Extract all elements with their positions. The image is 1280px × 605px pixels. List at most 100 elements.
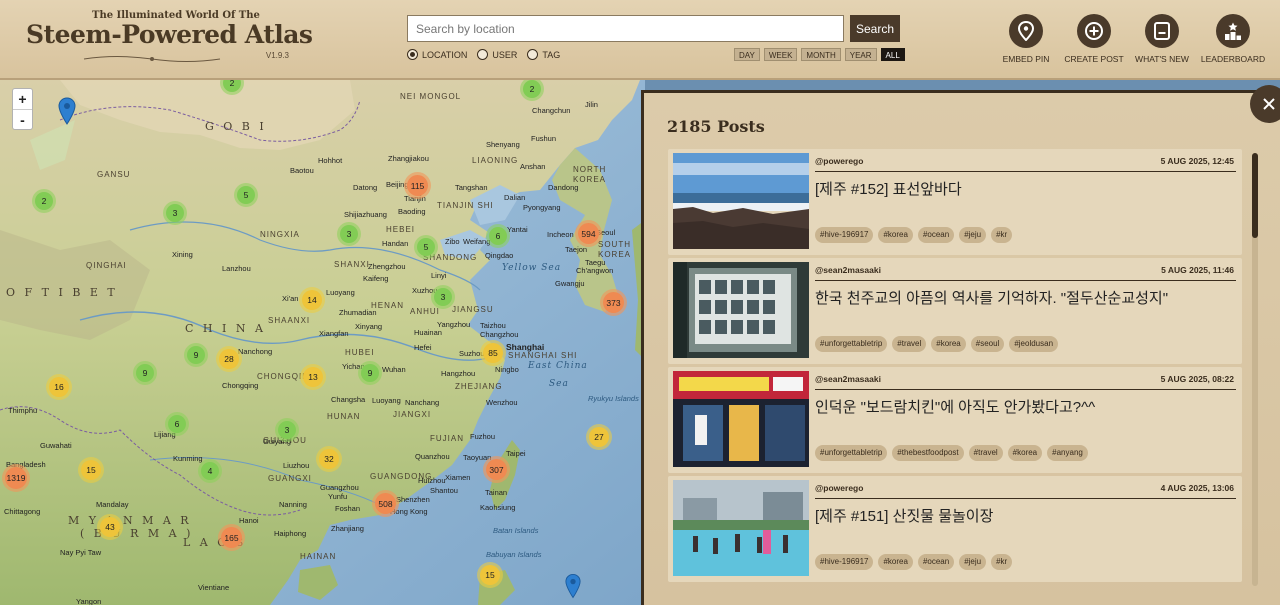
post-card[interactable]: @sean2masaaki 5 AUG 2025, 08:22 인덕운 "보드람… [668,367,1242,473]
post-cluster[interactable]: 9 [133,361,157,385]
search-button[interactable]: Search [850,15,900,42]
tag-chip[interactable]: #korea [931,336,966,352]
tag-chip[interactable]: #jeju [959,227,987,243]
post-cluster[interactable]: 1319 [2,464,30,492]
tag-chip[interactable]: #hive-196917 [815,227,874,243]
post-title[interactable]: 인덕운 "보드람치킨"에 아직도 안가봤다고?^^ [815,396,1095,417]
tag-chip[interactable]: #ocean [917,227,955,243]
post-cluster[interactable]: 3 [431,285,455,309]
create-post-button[interactable]: CREATE POST [1064,14,1124,64]
tag-chip[interactable]: #travel [968,445,1003,461]
post-card[interactable]: @powerego 4 AUG 2025, 13:06 [제주 #151] 산짓… [668,476,1242,582]
tag-chip[interactable]: #korea [878,554,913,570]
document-icon[interactable] [1145,14,1179,48]
post-cluster[interactable]: 3 [337,222,361,246]
tag-chip[interactable]: #anyang [1047,445,1088,461]
tag-chip[interactable]: #thebestfoodpost [892,445,964,461]
filter-year-button[interactable]: YEAR [844,48,877,61]
tag-chip[interactable]: #korea [1007,445,1043,461]
post-author[interactable]: @powerego [815,156,863,166]
post-card[interactable]: @powerego 5 AUG 2025, 12:45 [제주 #152] 표선… [668,149,1242,255]
close-icon[interactable] [1262,97,1276,111]
filter-all-button[interactable]: ALL [880,48,905,61]
post-cluster[interactable]: 6 [165,412,189,436]
post-cluster[interactable]: 43 [97,514,123,540]
post-cluster[interactable]: 373 [600,289,627,316]
post-cluster[interactable]: 85 [480,340,506,366]
map-label: Vientiane [198,583,230,592]
post-cluster[interactable]: 28 [216,346,242,372]
radio-checked-icon[interactable] [407,49,418,60]
post-cluster[interactable]: 307 [483,456,510,483]
tag-chip[interactable]: #kr [991,554,1013,570]
post-title[interactable]: 한국 천주교의 아픔의 역사를 기억하자. "절두산순교성지" [815,287,1168,308]
search-input[interactable] [407,15,844,42]
post-cluster[interactable]: 27 [586,424,612,450]
radio-location[interactable]: LOCATION [407,49,467,60]
post-cluster[interactable]: 115 [404,172,431,199]
post-author[interactable]: @sean2masaaki [815,374,881,384]
post-card[interactable]: @sean2masaaki 5 AUG 2025, 11:46 한국 천주교의 … [668,258,1242,364]
post-thumbnail[interactable] [673,262,809,358]
radio-unchecked-icon[interactable] [527,49,539,60]
map-label: HAINAN [300,552,337,561]
zoom-in-button[interactable]: + [13,89,32,109]
tag-chip[interactable]: #korea [878,227,913,243]
map-pin-icon[interactable] [1009,14,1043,48]
tag-chip[interactable]: #unforgettabletrip [815,445,888,461]
tag-chip[interactable]: #seoul [970,336,1005,352]
embed-pin-button[interactable]: EMBED PIN [996,14,1056,64]
post-list-scrollbar[interactable] [1252,153,1258,586]
post-cluster[interactable]: 14 [299,287,325,313]
tag-chip[interactable]: #unforgettabletrip [815,336,888,352]
post-cluster[interactable]: 5 [414,235,438,259]
tag-chip[interactable]: #hive-196917 [815,554,874,570]
post-cluster[interactable]: 15 [477,562,503,588]
radio-tag[interactable]: TAG [527,49,560,60]
post-cluster[interactable]: 2 [32,189,56,213]
post-title[interactable]: [제주 #152] 표선앞바다 [815,178,962,199]
tag-chip[interactable]: #kr [991,227,1013,243]
tag-chip[interactable]: #jeju [959,554,987,570]
post-cluster[interactable]: 9 [184,343,208,367]
post-thumbnail[interactable] [673,371,809,467]
map-pin-icon[interactable] [58,97,76,125]
site-logo[interactable]: The Illuminated World Of The Steem-Power… [22,8,313,68]
post-author[interactable]: @powerego [815,483,863,493]
post-cluster[interactable]: 3 [163,201,187,225]
post-cluster[interactable]: 594 [575,220,602,247]
post-cluster[interactable]: 15 [78,457,104,483]
scrollbar-thumb[interactable] [1252,153,1258,238]
leaderboard-button[interactable]: LEADERBOARD [1200,14,1266,64]
radio-user[interactable]: USER [477,49,517,60]
whats-new-button[interactable]: WHAT'S NEW [1132,14,1192,64]
post-cluster[interactable]: 16 [46,374,72,400]
tag-chip[interactable]: #jeoldusan [1009,336,1059,352]
post-author[interactable]: @sean2masaaki [815,265,881,275]
map-pin-icon[interactable] [565,573,581,599]
post-cluster[interactable]: 6 [486,224,510,248]
post-cluster[interactable]: 3 [275,418,299,442]
tag-chip[interactable]: #travel [892,336,927,352]
filter-week-button[interactable]: WEEK [763,48,798,61]
close-panel-button[interactable] [1250,85,1280,123]
post-cluster[interactable]: 13 [300,364,326,390]
zoom-out-button[interactable]: - [13,109,32,129]
tag-chip[interactable]: #ocean [917,554,955,570]
post-cluster[interactable]: 165 [218,524,245,551]
post-cluster[interactable]: 508 [372,490,399,517]
map-label: Luoyang [326,288,355,297]
post-title[interactable]: [제주 #151] 산짓물 물놀이장 [815,505,993,526]
post-thumbnail[interactable] [673,153,809,249]
filter-month-button[interactable]: MONTH [801,48,841,61]
plus-circle-icon[interactable] [1077,14,1111,48]
leaderboard-icon[interactable] [1216,14,1250,48]
post-cluster[interactable]: 5 [234,183,258,207]
radio-unchecked-icon[interactable] [477,49,489,60]
post-cluster[interactable]: 9 [358,361,382,385]
post-cluster[interactable]: 4 [198,459,222,483]
post-thumbnail[interactable] [673,480,809,576]
post-cluster[interactable]: 32 [316,446,342,472]
filter-day-button[interactable]: DAY [734,48,760,61]
map-view[interactable]: NEI MONGOL G O B I O F T I B E T C H I N… [0,80,645,605]
